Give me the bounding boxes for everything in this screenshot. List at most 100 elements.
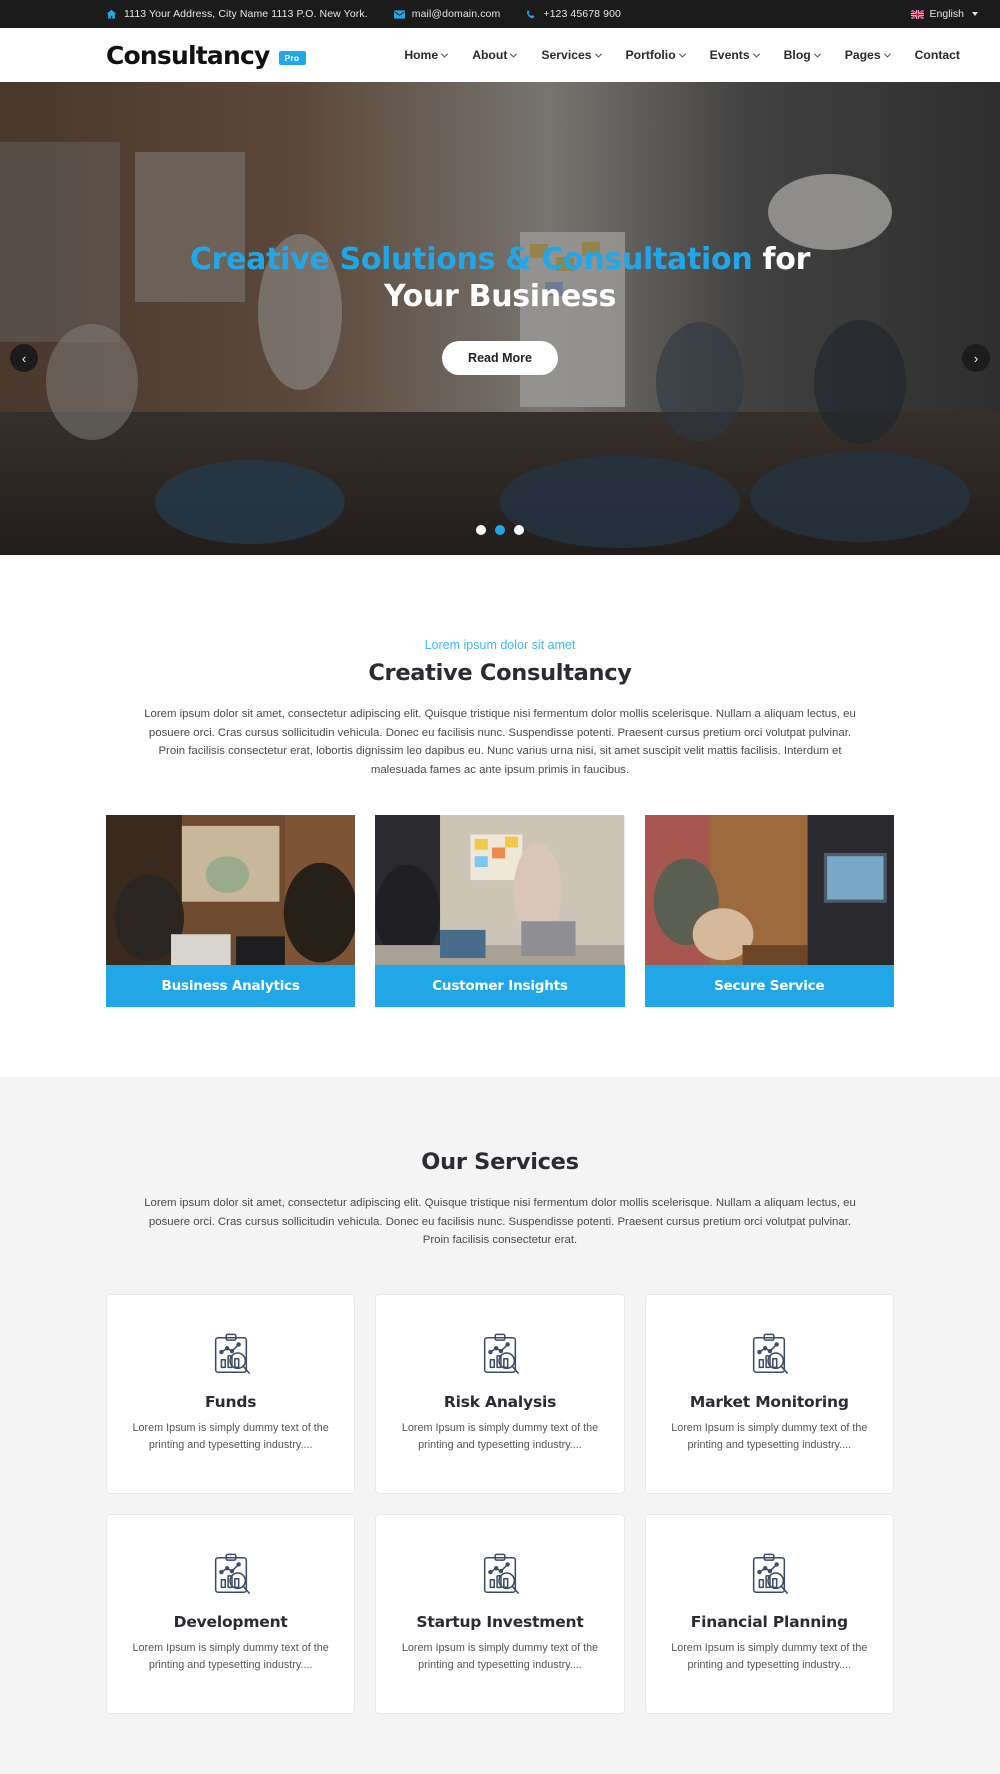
nav-item-portfolio[interactable]: Portfolio — [625, 48, 686, 62]
clipboard-chart-search-icon — [129, 1551, 332, 1597]
language-selector[interactable]: English — [910, 8, 978, 20]
intro-card-label: Secure Service — [644, 964, 894, 1007]
service-card[interactable]: Risk Analysis Lorem Ipsum is simply dummy… — [375, 1293, 625, 1494]
logo-text: Consultancy — [106, 40, 270, 70]
site-header: Consultancy Pro Home About Services Portfol… — [0, 28, 1000, 82]
intro-subtitle: Lorem ipsum dolor sit amet — [424, 638, 576, 652]
top-bar-contacts: 1113 Your Address, City Name 1113 P.O. N… — [106, 8, 911, 20]
service-card[interactable]: Financial Planning Lorem Ipsum is simply … — [644, 1513, 894, 1714]
hero-title: Creative Solutions & Consultation for Yo… — [189, 242, 811, 315]
language-label: English — [929, 8, 964, 20]
nav-item-label: Services — [541, 48, 592, 62]
hero-title-accent: Creative Solutions & Consultation — [189, 242, 753, 277]
logo-pro-badge: Pro — [278, 51, 307, 65]
service-card-title: Market Monitoring — [689, 1392, 849, 1411]
service-card[interactable]: Funds Lorem Ipsum is simply dummy text of… — [106, 1293, 356, 1494]
hero-title-line2: Your Business — [383, 278, 617, 314]
hero-pagination-dots — [0, 525, 1000, 535]
services-description: Lorem ipsum dolor sit amet, consectetur … — [144, 1196, 856, 1247]
clipboard-chart-search-icon — [398, 1331, 601, 1377]
topbar-email-text: mail@domain.com — [411, 8, 501, 20]
nav-item-blog[interactable]: Blog — [783, 48, 821, 62]
intro-card-label: Customer Insights — [375, 964, 625, 1007]
chevron-down-icon — [972, 12, 978, 16]
nav-item-about[interactable]: About — [472, 48, 518, 62]
chevron-down-icon — [594, 50, 602, 58]
intro-card-grid: Business Analytics Customer Insights Secur… — [0, 814, 1000, 1007]
nav-item-pages[interactable]: Pages — [844, 48, 891, 62]
intro-card-image — [106, 814, 356, 965]
intro-card-image — [375, 814, 625, 965]
service-card[interactable]: Market Monitoring Lorem Ipsum is simply d… — [644, 1293, 894, 1494]
nav-item-label: Contact — [914, 48, 960, 62]
intro-card[interactable]: Secure Service — [644, 814, 894, 1007]
clipboard-chart-search-icon — [129, 1331, 332, 1377]
service-card-description: Lorem Ipsum is simply dummy text of the … — [132, 1641, 329, 1671]
service-card[interactable]: Development Lorem Ipsum is simply dummy t… — [106, 1513, 356, 1714]
logo[interactable]: Consultancy Pro — [106, 40, 307, 70]
clipboard-chart-search-icon — [668, 1331, 871, 1377]
service-card-title: Development — [173, 1612, 288, 1631]
nav-item-label: Portfolio — [625, 48, 676, 62]
chevron-down-icon — [883, 50, 891, 58]
service-card-description: Lorem Ipsum is simply dummy text of the … — [671, 1641, 868, 1671]
topbar-address-text: 1113 Your Address, City Name 1113 P.O. N… — [124, 8, 368, 20]
services-section: Our Services Lorem ipsum dolor sit amet,… — [0, 1076, 1000, 1774]
clipboard-chart-search-icon — [398, 1551, 601, 1597]
hero-dot-3[interactable] — [514, 525, 524, 535]
chevron-down-icon — [813, 50, 821, 58]
phone-icon — [526, 9, 536, 20]
service-card-title: Financial Planning — [690, 1612, 848, 1631]
nav-item-label: Home — [404, 48, 439, 62]
hero-content: Creative Solutions & Consultation for Yo… — [0, 82, 1000, 555]
top-bar: 1113 Your Address, City Name 1113 P.O. N… — [0, 0, 1000, 28]
service-card-title: Funds — [205, 1392, 257, 1411]
intro-card[interactable]: Business Analytics — [106, 814, 356, 1007]
chevron-right-icon: › — [973, 350, 979, 366]
hero-slider: Creative Solutions & Consultation for Yo… — [0, 82, 1000, 555]
service-card-description: Lorem Ipsum is simply dummy text of the … — [132, 1421, 329, 1451]
topbar-address: 1113 Your Address, City Name 1113 P.O. N… — [106, 8, 368, 20]
intro-card-label: Business Analytics — [106, 964, 356, 1007]
service-card-description: Lorem Ipsum is simply dummy text of the … — [401, 1641, 599, 1671]
intro-card[interactable]: Customer Insights — [375, 814, 625, 1007]
services-title: Our Services — [421, 1148, 579, 1175]
nav-item-events[interactable]: Events — [709, 48, 760, 62]
intro-section: Lorem ipsum dolor sit amet Creative Cons… — [0, 555, 1000, 1077]
clipboard-chart-search-icon — [668, 1551, 871, 1597]
hero-title-rest: for — [752, 242, 811, 277]
chevron-left-icon: ‹ — [21, 350, 27, 366]
hero-read-more-button[interactable]: Read More — [442, 341, 558, 376]
hero-prev-arrow[interactable]: ‹ — [10, 344, 38, 372]
service-card-title: Risk Analysis — [443, 1392, 557, 1411]
intro-card-image — [644, 814, 894, 965]
hero-dot-2[interactable] — [495, 525, 505, 535]
chevron-down-icon — [441, 50, 449, 58]
uk-flag-icon — [910, 8, 925, 20]
hero-dot-1[interactable] — [476, 525, 486, 535]
nav-item-home[interactable]: Home — [404, 48, 449, 62]
service-card-description: Lorem Ipsum is simply dummy text of the … — [671, 1421, 868, 1451]
service-card-title: Startup Investment — [416, 1612, 584, 1631]
intro-description: Lorem ipsum dolor sit amet, consectetur … — [144, 708, 856, 777]
services-grid: Funds Lorem Ipsum is simply dummy text of… — [0, 1293, 1000, 1714]
chevron-down-icon — [752, 50, 760, 58]
chevron-down-icon — [678, 50, 686, 58]
home-icon — [106, 9, 117, 20]
nav-item-label: Blog — [783, 48, 811, 62]
main-navigation: Home About Services Portfolio Events Blog Page… — [404, 48, 960, 62]
envelope-icon — [393, 9, 405, 19]
topbar-email[interactable]: mail@domain.com — [393, 8, 501, 20]
service-card[interactable]: Startup Investment Lorem Ipsum is simply … — [375, 1513, 625, 1714]
hero-next-arrow[interactable]: › — [962, 344, 990, 372]
intro-title: Creative Consultancy — [368, 660, 632, 686]
topbar-phone-text: +123 45678 900 — [543, 8, 621, 20]
topbar-phone[interactable]: +123 45678 900 — [526, 8, 621, 20]
nav-item-services[interactable]: Services — [541, 48, 602, 62]
chevron-down-icon — [510, 50, 518, 58]
service-card-description: Lorem Ipsum is simply dummy text of the … — [401, 1421, 599, 1451]
nav-item-label: About — [472, 48, 508, 62]
nav-item-label: Events — [709, 48, 750, 62]
nav-item-contact[interactable]: Contact — [915, 48, 960, 62]
nav-item-label: Pages — [844, 48, 881, 62]
